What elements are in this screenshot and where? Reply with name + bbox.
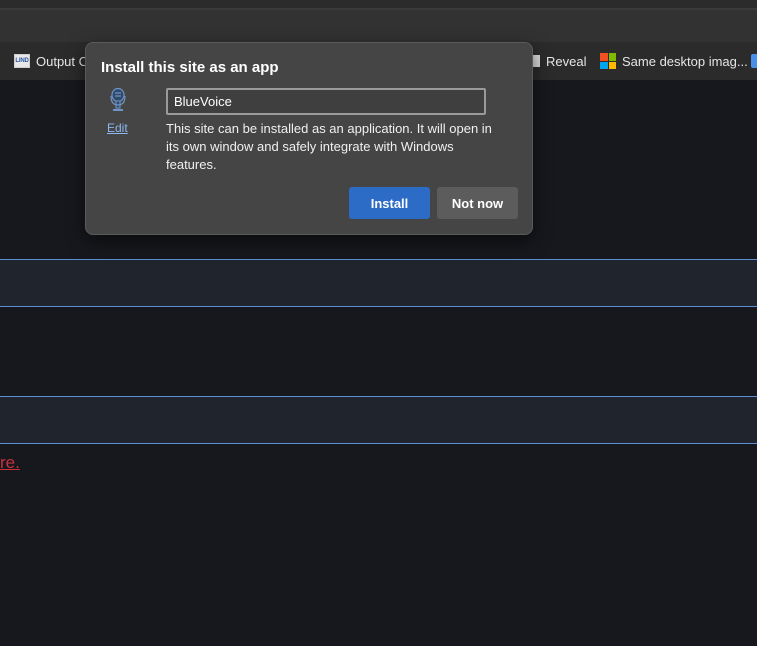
dialog-description: This site can be installed as an applica… (166, 121, 492, 172)
content-band (0, 259, 757, 307)
lind-favicon-icon: LIND (14, 54, 30, 68)
content-band (0, 396, 757, 444)
microsoft-logo-square (600, 53, 608, 61)
microsoft-logo-square (608, 61, 616, 69)
bookmark-label: Same desktop imag... (622, 53, 748, 69)
bookmark-reveal[interactable]: Reveal (530, 42, 586, 80)
bookmark-same-desktop[interactable]: Same desktop imag... (600, 42, 748, 80)
bookmark-favicon-icon (751, 54, 757, 68)
edit-icon-link[interactable]: Edit (107, 121, 128, 135)
app-icon (110, 87, 126, 111)
install-app-dialog: Install this site as an app Edit This si… (85, 42, 533, 235)
bookmark-output[interactable]: LIND Output C (14, 42, 88, 80)
address-bar-area[interactable] (0, 10, 757, 42)
page-link[interactable]: re. (0, 453, 20, 473)
microsoft-logo-square (600, 61, 608, 69)
bookmark-overflow[interactable] (751, 42, 757, 80)
dialog-title: Install this site as an app (101, 59, 279, 76)
install-button[interactable]: Install (349, 187, 430, 219)
browser-window: LIND Output C Reveal Same desktop imag..… (0, 0, 757, 646)
not-now-button[interactable]: Not now (437, 187, 518, 219)
microsoft-logo-icon (600, 53, 616, 69)
bookmark-label: Output C (36, 53, 89, 69)
microsoft-logo-square (608, 53, 616, 61)
window-top-strip (0, 0, 757, 8)
bookmark-label: Reveal (546, 53, 587, 69)
app-name-input[interactable] (166, 88, 486, 115)
